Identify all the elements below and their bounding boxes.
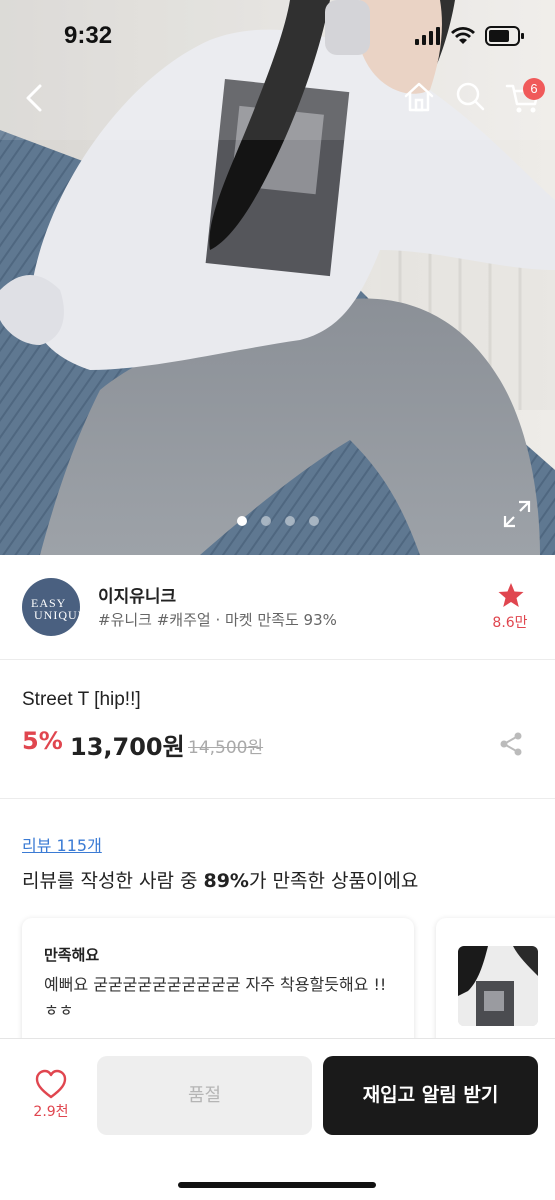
signal-icon (415, 27, 440, 45)
expand-icon[interactable] (502, 499, 532, 529)
favorite-count: 8.6만 (492, 615, 528, 631)
original-price: 14,500원 (188, 738, 264, 758)
reviews-summary-before: 리뷰를 작성한 사람 중 (22, 870, 204, 892)
sale-price: 13,700원 (70, 733, 185, 761)
carousel-dot-4[interactable] (308, 516, 319, 526)
seller-name[interactable]: 이지유니크 (98, 582, 176, 607)
reviews-summary-after: 가 만족한 상품이에요 (248, 870, 419, 892)
back-icon[interactable] (20, 80, 50, 116)
reviews-summary-percent: 89% (203, 870, 249, 892)
discount-rate: 5% (22, 727, 63, 755)
product-image-carousel[interactable]: 9:32 6 (0, 0, 555, 555)
product-title: Street T [hip!!] (22, 689, 141, 710)
status-bar: 9:32 (0, 0, 555, 74)
reviews-summary: 리뷰를 작성한 사람 중 89%가 만족한 상품이에요 (22, 866, 418, 893)
top-nav (0, 74, 555, 122)
review-photo[interactable] (458, 946, 538, 1026)
home-indicator (178, 1182, 376, 1188)
review-photo-image (458, 946, 538, 1026)
soldout-button[interactable]: 품절 (97, 1056, 312, 1135)
seller-section[interactable]: EASY UNIQUE 이지유니크 #유니크 #캐주얼 · 마켓 만족도 93% (0, 556, 555, 660)
product-info: Street T [hip!!] 5% 13,700원 14,500원 (0, 661, 555, 799)
seller-logo-text-2: UNIQUE (34, 608, 80, 622)
share-icon[interactable] (498, 731, 524, 757)
like-count: 2.9천 (33, 1104, 69, 1120)
review-text: 예뻐요 굳굳굳굳굳굳굳굳굳굳 자주 착용할듯해요 !! ㅎㅎ (44, 975, 387, 1020)
review-rating-label: 만족해요 (44, 946, 100, 964)
carousel-dot-2[interactable] (260, 516, 271, 526)
home-icon[interactable] (403, 80, 435, 114)
search-icon[interactable] (454, 80, 486, 114)
seller-logo[interactable]: EASY UNIQUE (22, 578, 80, 636)
heart-icon (35, 1069, 67, 1099)
carousel-dot-1[interactable] (236, 516, 247, 526)
status-time: 9:32 (64, 22, 113, 49)
status-icons (415, 26, 525, 46)
battery-icon (485, 26, 524, 46)
cart-badge: 6 (523, 78, 545, 100)
wifi-icon (451, 27, 475, 44)
carousel-dot-3[interactable] (284, 516, 295, 526)
restock-alert-button[interactable]: 재입고 알림 받기 (323, 1056, 538, 1135)
reviews-link[interactable]: 리뷰 115개 (22, 832, 102, 856)
seller-tags: #유니크 #캐주얼 · 마켓 만족도 93% (98, 611, 337, 629)
carousel-indicator (0, 516, 555, 526)
star-icon[interactable] (497, 581, 525, 609)
bottom-action-bar: 2.9천 품절 재입고 알림 받기 (0, 1038, 555, 1200)
